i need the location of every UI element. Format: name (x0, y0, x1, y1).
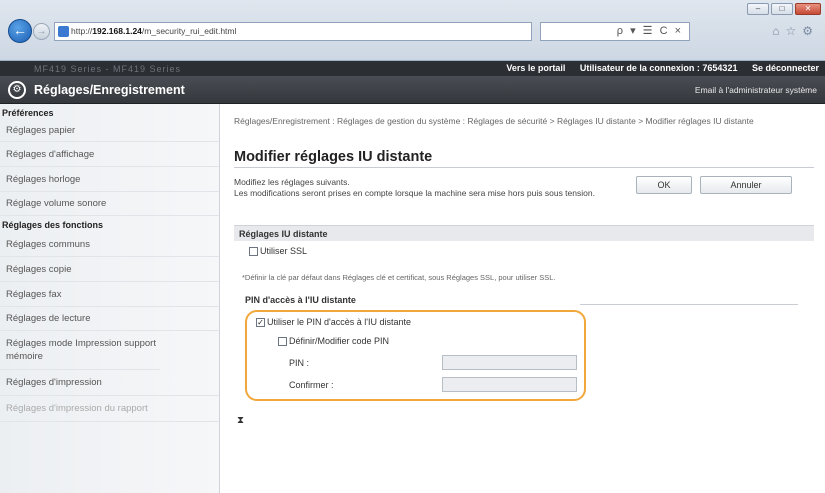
url-path: /m_security_rui_edit.html (141, 26, 237, 36)
arrow-left-icon: ← (13, 22, 27, 38)
sidebar-item-memory-print[interactable]: Réglages mode Impression support mémoire (0, 331, 160, 370)
device-model: MF419 Series - MF419 Series (34, 64, 182, 74)
minimize-button[interactable]: – (747, 3, 769, 15)
use-pin-option[interactable]: ✓ Utiliser le PIN d'accès à l'IU distant… (256, 317, 411, 327)
top-bar: MF419 Series - MF419 Series Vers le port… (0, 61, 825, 76)
use-ssl-checkbox[interactable] (249, 246, 258, 256)
use-pin-label: Utiliser le PIN d'accès à l'IU distante (267, 317, 411, 327)
sidebar-item-print[interactable]: Réglages d'impression (0, 370, 219, 396)
browser-chrome: – □ ✕ ← → http://192.168.1.24/m_security… (0, 0, 825, 61)
app-header: ⚙ Réglages/Enregistrement Email à l'admi… (0, 76, 825, 104)
section-header-remote-ui: Réglages IU distante (234, 225, 814, 241)
ok-button[interactable]: OK (636, 176, 692, 194)
pin-label: PIN : (289, 358, 310, 368)
window-controls: – □ ✕ (747, 3, 821, 15)
back-button[interactable]: ← (8, 19, 32, 43)
cancel-button[interactable]: Annuler (700, 176, 792, 194)
define-pin-option[interactable]: Définir/Modifier code PIN (278, 336, 389, 346)
gear-icon[interactable]: ⚙ (802, 24, 819, 38)
sidebar-item-paper[interactable]: Réglages papier (0, 120, 219, 142)
navigation-row: ← → http://192.168.1.24/m_security_rui_e… (0, 18, 825, 44)
url-host: 192.168.1.24 (92, 26, 142, 36)
description-line-1: Modifiez les réglages suivants. (234, 177, 350, 187)
main-content: Réglages/Enregistrement : Réglages de ge… (220, 104, 825, 493)
define-pin-label: Définir/Modifier code PIN (289, 336, 390, 346)
url-prefix: http:// (71, 26, 93, 36)
sidebar-item-clock[interactable]: Réglages horloge (0, 167, 219, 192)
logout-link[interactable]: Se déconnecter (752, 63, 819, 73)
use-pin-checkbox[interactable]: ✓ (256, 317, 265, 327)
sidebar-group-preferences: Préférences (2, 108, 54, 118)
tab-strip (0, 44, 825, 61)
pin-input[interactable] (442, 355, 577, 370)
sidebar-item-display[interactable]: Réglages d'affichage (0, 142, 219, 167)
sidebar-item-scan[interactable]: Réglages de lecture (0, 307, 219, 331)
scroll-to-top-icon[interactable]: ⧗ (237, 415, 244, 426)
confirm-label: Confirmer : (289, 380, 334, 390)
login-user: Utilisateur de la connexion : 7654321 (579, 63, 738, 73)
close-window-button[interactable]: ✕ (795, 3, 821, 15)
define-pin-checkbox[interactable] (278, 336, 287, 346)
maximize-button[interactable]: □ (771, 3, 793, 15)
settings-gear-icon: ⚙ (8, 81, 26, 99)
email-admin-link[interactable]: Email à l'administrateur système (695, 85, 817, 95)
use-ssl-option[interactable]: Utiliser SSL (249, 246, 307, 256)
pin-section-divider (580, 304, 798, 305)
sidebar-item-fax[interactable]: Réglages fax (0, 282, 219, 307)
page-description: Modifiez les réglages suivants. Les modi… (234, 177, 624, 198)
sidebar-item-common[interactable]: Réglages communs (0, 232, 219, 257)
star-icon[interactable]: ☆ (785, 24, 802, 38)
app-title: Réglages/Enregistrement (34, 83, 185, 97)
sidebar-item-volume[interactable]: Réglage volume sonore (0, 192, 219, 216)
breadcrumb: Réglages/Enregistrement : Réglages de ge… (234, 116, 754, 126)
pin-section-title: PIN d'accès à l'IU distante (245, 295, 356, 305)
home-icon[interactable]: ⌂ (772, 24, 785, 38)
forward-button[interactable]: → (33, 23, 50, 40)
address-bar-controls[interactable]: ρ ▾ ☰ C × (540, 22, 690, 41)
description-line-2: Les modifications seront prises en compt… (234, 187, 595, 198)
use-ssl-label: Utiliser SSL (260, 246, 308, 256)
toolbar-icons[interactable]: ⌂☆⚙ (772, 24, 819, 38)
address-bar[interactable]: http://192.168.1.24/m_security_rui_edit.… (54, 22, 532, 41)
sidebar-item-copy[interactable]: Réglages copie (0, 257, 219, 282)
arrow-right-icon: → (36, 26, 47, 37)
portal-link[interactable]: Vers le portail (506, 63, 565, 73)
confirm-pin-input[interactable] (442, 377, 577, 392)
ssl-note: *Définir la clé par défaut dans Réglages… (242, 273, 556, 282)
sidebar: Préférences Réglages papier Réglages d'a… (0, 104, 220, 493)
favicon-icon (58, 26, 69, 37)
title-divider (234, 167, 814, 168)
page-title: Modifier réglages IU distante (234, 149, 433, 165)
sidebar-group-functions: Réglages des fonctions (2, 220, 104, 230)
sidebar-item-report-print[interactable]: Réglages d'impression du rapport (0, 396, 219, 422)
